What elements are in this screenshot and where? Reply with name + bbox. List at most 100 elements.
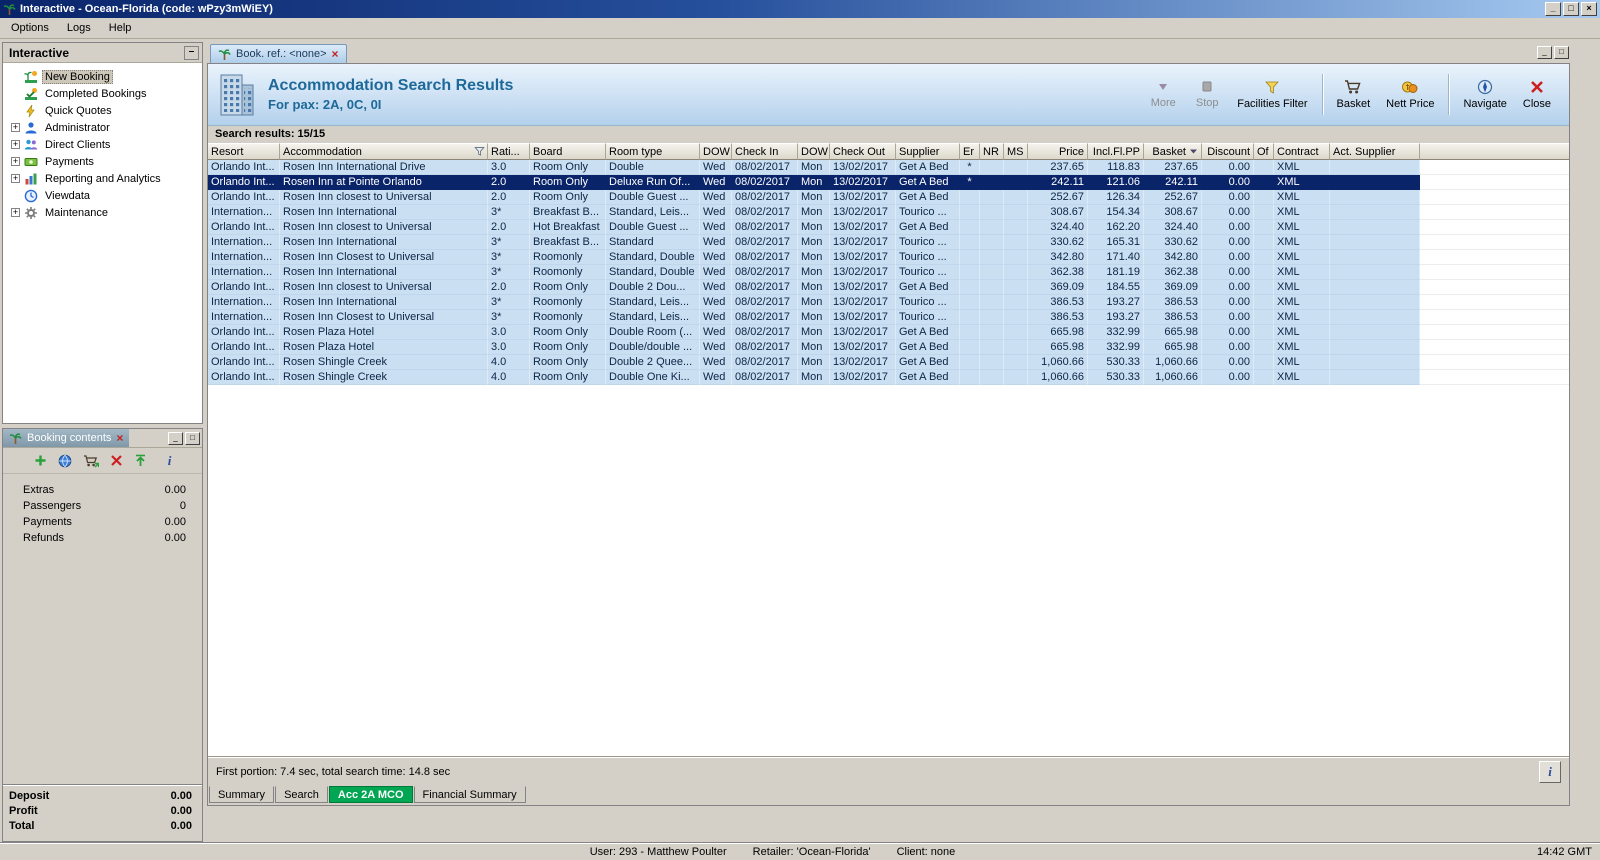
column-header-dow[interactable]: DOW bbox=[700, 143, 732, 160]
column-header-rati[interactable]: Rati... bbox=[488, 143, 530, 160]
expand-icon[interactable]: + bbox=[11, 174, 20, 183]
column-header-supplier[interactable]: Supplier bbox=[896, 143, 960, 160]
tab-financial-summary[interactable]: Financial Summary bbox=[413, 786, 526, 803]
sidebar-item-completed-bookings[interactable]: Completed Bookings bbox=[5, 85, 200, 102]
completed-icon bbox=[24, 87, 38, 101]
result-row[interactable]: Internation... Rosen Inn International 3* R… bbox=[208, 295, 1569, 310]
result-row[interactable]: Orlando Int... Rosen Plaza Hotel 3.0 Room O… bbox=[208, 325, 1569, 340]
menu-item-help[interactable]: Help bbox=[100, 19, 141, 37]
minimize-button[interactable]: _ bbox=[1537, 46, 1552, 59]
info-button[interactable]: i bbox=[168, 453, 172, 469]
result-row[interactable]: Orlando Int... Rosen Inn closest to Unive… bbox=[208, 220, 1569, 235]
column-header-ms[interactable]: MS bbox=[1004, 143, 1028, 160]
column-header-nr[interactable]: NR bbox=[980, 143, 1004, 160]
sidebar-item-reporting-and-analytics[interactable]: + Reporting and Analytics bbox=[5, 170, 200, 187]
collapse-button[interactable]: – bbox=[184, 45, 199, 60]
sidebar-item-viewdata[interactable]: Viewdata bbox=[5, 187, 200, 204]
result-row[interactable]: Orlando Int... Rosen Inn at Pointe Orland… bbox=[208, 175, 1569, 190]
result-row[interactable]: Orlando Int... Rosen Inn closest to Unive… bbox=[208, 190, 1569, 205]
info-button[interactable]: i bbox=[1539, 760, 1561, 783]
maximize-button[interactable]: □ bbox=[185, 431, 200, 445]
tab-acc-2a-mco[interactable]: Acc 2A MCO bbox=[328, 786, 413, 803]
tab-search[interactable]: Search bbox=[275, 786, 328, 803]
sidebar-item-administrator[interactable]: + Administrator bbox=[5, 119, 200, 136]
result-row[interactable]: Orlando Int... Rosen Inn International Dr… bbox=[208, 160, 1569, 175]
column-header-basket[interactable]: Basket bbox=[1144, 143, 1202, 160]
column-header-check-out[interactable]: Check Out bbox=[830, 143, 896, 160]
basket-button[interactable]: Basket bbox=[1329, 75, 1379, 114]
menu-item-logs[interactable]: Logs bbox=[58, 19, 100, 37]
sidebar-item-payments[interactable]: + Payments bbox=[5, 153, 200, 170]
sidebar-item-new-booking[interactable]: New Booking bbox=[5, 68, 200, 85]
column-header-room-type[interactable]: Room type bbox=[606, 143, 700, 160]
column-header-er[interactable]: Er bbox=[960, 143, 980, 160]
close-button[interactable]: × bbox=[1581, 2, 1597, 16]
result-cell bbox=[1254, 340, 1274, 355]
stop-button[interactable]: Stop bbox=[1185, 76, 1229, 113]
expand-icon[interactable]: + bbox=[11, 208, 20, 217]
result-cell: Wed bbox=[700, 355, 732, 370]
booking-contents-tab[interactable]: Booking contents × bbox=[3, 429, 130, 447]
add-button[interactable] bbox=[34, 454, 47, 467]
maximize-button[interactable]: □ bbox=[1554, 46, 1569, 59]
result-cell: Orlando Int... bbox=[208, 355, 280, 370]
toolbar-button-label: Navigate bbox=[1463, 98, 1507, 110]
column-header-of[interactable]: Of bbox=[1254, 143, 1274, 160]
column-header-incl-fl-pp[interactable]: Incl.Fl.PP bbox=[1088, 143, 1144, 160]
result-row[interactable]: Internation... Rosen Inn Closest to Unive… bbox=[208, 310, 1569, 325]
maximize-button[interactable]: □ bbox=[1563, 2, 1579, 16]
tab-summary[interactable]: Summary bbox=[209, 786, 275, 803]
sidebar-item-quick-quotes[interactable]: Quick Quotes bbox=[5, 102, 200, 119]
result-row[interactable]: Orlando Int... Rosen Shingle Creek 4.0 Room… bbox=[208, 370, 1569, 385]
result-row[interactable]: Orlando Int... Rosen Inn closest to Unive… bbox=[208, 280, 1569, 295]
basket-export-button[interactable] bbox=[83, 454, 99, 468]
expand-icon[interactable]: + bbox=[11, 123, 20, 132]
sidebar-item-maintenance[interactable]: + Maintenance bbox=[5, 204, 200, 221]
column-header-label: DOW bbox=[703, 145, 730, 158]
result-cell: 2.0 bbox=[488, 280, 530, 295]
booking-ref-tab[interactable]: Book. ref.: <none> × bbox=[210, 44, 347, 63]
expand-icon[interactable]: + bbox=[11, 140, 20, 149]
column-header-resort[interactable]: Resort bbox=[208, 143, 280, 160]
column-header-price[interactable]: Price bbox=[1028, 143, 1088, 160]
result-cell: 3.0 bbox=[488, 325, 530, 340]
header-titles: Accommodation Search Results For pax: 2A… bbox=[268, 77, 513, 112]
more-button[interactable]: More bbox=[1141, 76, 1185, 113]
close-button[interactable]: Close bbox=[1515, 76, 1559, 114]
result-row[interactable]: Orlando Int... Rosen Shingle Creek 4.0 Room… bbox=[208, 355, 1569, 370]
result-row-spacer bbox=[1420, 235, 1569, 250]
upload-button[interactable] bbox=[134, 454, 147, 467]
column-header-label: DOW bbox=[801, 145, 828, 158]
result-cell bbox=[980, 370, 1004, 385]
facilities-filter-button[interactable]: Facilities Filter bbox=[1229, 76, 1315, 114]
column-header-discount[interactable]: Discount bbox=[1202, 143, 1254, 160]
sidebar-item-direct-clients[interactable]: + Direct Clients bbox=[5, 136, 200, 153]
expand-icon[interactable]: + bbox=[11, 157, 20, 166]
column-header-act-supplier[interactable]: Act. Supplier bbox=[1330, 143, 1420, 160]
column-header-board[interactable]: Board bbox=[530, 143, 606, 160]
result-row[interactable]: Internation... Rosen Inn International 3* B… bbox=[208, 235, 1569, 250]
result-row[interactable]: Internation... Rosen Inn Closest to Unive… bbox=[208, 250, 1569, 265]
close-icon[interactable]: × bbox=[332, 48, 339, 60]
result-cell bbox=[1004, 205, 1028, 220]
close-icon[interactable]: × bbox=[116, 432, 123, 444]
result-row[interactable]: Internation... Rosen Inn International 3* R… bbox=[208, 265, 1569, 280]
column-header-dow[interactable]: DOW bbox=[798, 143, 830, 160]
nett-price-button[interactable]: Nett Price bbox=[1378, 75, 1442, 114]
result-row[interactable]: Internation... Rosen Inn International 3* B… bbox=[208, 205, 1569, 220]
result-cell bbox=[1254, 310, 1274, 325]
column-header-contract[interactable]: Contract bbox=[1274, 143, 1330, 160]
result-cell bbox=[1004, 190, 1028, 205]
column-header-accommodation[interactable]: Accommodation bbox=[280, 143, 488, 160]
minimize-button[interactable]: _ bbox=[168, 431, 183, 445]
result-cell: 13/02/2017 bbox=[830, 325, 896, 340]
result-row[interactable]: Orlando Int... Rosen Plaza Hotel 3.0 Room O… bbox=[208, 340, 1569, 355]
booking-row-label: Payments bbox=[23, 516, 72, 528]
minimize-button[interactable]: _ bbox=[1545, 2, 1561, 16]
column-header-check-in[interactable]: Check In bbox=[732, 143, 798, 160]
menu-item-options[interactable]: Options bbox=[2, 19, 58, 37]
result-cell: Rosen Inn closest to Universal bbox=[280, 220, 488, 235]
navigate-button[interactable]: Navigate bbox=[1455, 75, 1514, 114]
globe-button[interactable] bbox=[58, 454, 72, 468]
delete-button[interactable] bbox=[110, 454, 123, 467]
